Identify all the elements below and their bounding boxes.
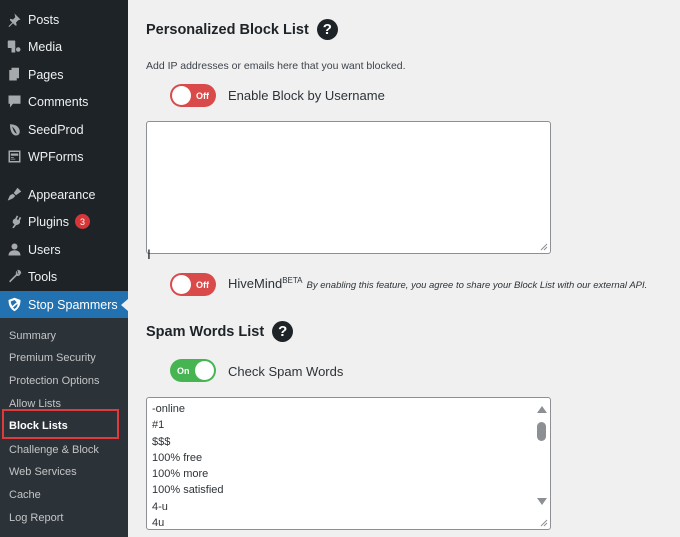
brush-icon xyxy=(6,187,22,203)
spam-words-textarea[interactable]: -online #1 $$$ 100% free 100% more 100% … xyxy=(146,397,551,530)
submenu-item-summary[interactable]: Summary xyxy=(9,330,56,342)
submenu-item-web-services[interactable]: Web Services xyxy=(9,466,77,478)
toggle-knob xyxy=(195,361,214,380)
sidebar-item-appearance[interactable]: Appearance xyxy=(0,181,128,208)
sidebar-item-label: Comments xyxy=(28,94,89,109)
scrollbar-thumb[interactable] xyxy=(537,422,546,441)
submenu-item-cache[interactable]: Cache xyxy=(9,489,41,501)
sidebar-item-label: Plugins xyxy=(28,214,69,229)
sidebar-item-comments[interactable]: Comments xyxy=(0,88,128,115)
sidebar-item-media[interactable]: Media xyxy=(0,33,128,60)
plug-icon xyxy=(6,214,22,230)
sidebar-item-tools[interactable]: Tools xyxy=(0,263,128,290)
sidebar-item-users[interactable]: Users xyxy=(0,236,128,263)
user-icon xyxy=(6,242,22,258)
block-list-description: Add IP addresses or emails here that you… xyxy=(146,60,406,72)
submenu-item-log-report[interactable]: Log Report xyxy=(9,512,63,524)
sidebar-item-label: Stop Spammers xyxy=(28,297,118,312)
update-count-badge: 3 xyxy=(75,214,90,229)
scroll-down-arrow-icon[interactable] xyxy=(537,498,547,505)
admin-sidebar: Posts Media Pages Comments SeedProd WPFo… xyxy=(0,0,128,537)
hivemind-label: HiveMind xyxy=(228,276,283,291)
spam-word: #1 xyxy=(152,419,165,432)
toggle-state: Off xyxy=(196,90,209,101)
scroll-up-arrow-icon[interactable] xyxy=(537,406,547,413)
block-list-textarea[interactable] xyxy=(146,121,551,254)
pages-icon xyxy=(6,67,22,83)
form-icon xyxy=(6,149,22,165)
submenu-item-challenge-block[interactable]: Challenge & Block xyxy=(9,444,99,456)
submenu-item-premium-security[interactable]: Premium Security xyxy=(9,352,96,364)
sidebar-item-label: SeedProd xyxy=(28,122,84,137)
sidebar-item-plugins[interactable]: Plugins 3 xyxy=(0,208,128,235)
toggle-state: Off xyxy=(196,279,209,290)
sidebar-item-label: Users xyxy=(28,242,61,257)
sidebar-item-stop-spammers[interactable]: Stop Spammers xyxy=(0,291,128,318)
sidebar-item-label: Media xyxy=(28,39,63,54)
wrench-icon xyxy=(6,269,22,285)
leaf-icon xyxy=(6,122,22,138)
sidebar-item-label: Tools xyxy=(28,269,58,284)
spam-word: 100% more xyxy=(152,468,209,481)
pin-icon xyxy=(6,12,22,28)
sidebar-item-pages[interactable]: Pages xyxy=(0,61,128,88)
check-spam-words-label: Check Spam Words xyxy=(228,364,344,379)
media-icon xyxy=(6,39,22,55)
toggle-knob xyxy=(172,275,191,294)
text-cursor-icon: I xyxy=(147,246,151,262)
sidebar-item-wpforms[interactable]: WPForms xyxy=(0,143,128,170)
help-icon[interactable]: ? xyxy=(272,321,294,342)
vertical-scrollbar[interactable] xyxy=(533,398,550,517)
hivemind-label-row: HiveMind BETA By enabling this feature, … xyxy=(228,276,647,291)
spam-word: $$$ xyxy=(152,435,171,448)
comment-icon xyxy=(6,94,22,110)
enable-block-username-label: Enable Block by Username xyxy=(228,88,385,103)
toggle-state: On xyxy=(177,365,190,376)
spam-word: 100% free xyxy=(152,451,203,464)
resize-grip-icon[interactable] xyxy=(540,243,548,251)
check-spam-words-toggle[interactable]: On xyxy=(170,359,216,382)
current-menu-arrow xyxy=(121,299,128,311)
spam-word: 100% satisfied xyxy=(152,484,224,497)
spam-words-list: -online #1 $$$ 100% free 100% more 100% … xyxy=(152,401,224,530)
submenu-item-protection-options[interactable]: Protection Options xyxy=(9,375,100,387)
sidebar-item-label: WPForms xyxy=(28,149,84,164)
hivemind-toggle[interactable]: Off xyxy=(170,273,216,296)
shield-icon xyxy=(6,297,22,313)
highlight-annotation xyxy=(2,409,119,439)
block-list-heading: Personalized Block List ? xyxy=(146,19,338,40)
resize-grip-icon[interactable] xyxy=(540,519,548,527)
help-icon[interactable]: ? xyxy=(316,19,338,40)
toggle-knob xyxy=(172,86,191,105)
beta-tag: BETA xyxy=(282,276,303,285)
sidebar-item-label: Posts xyxy=(28,12,60,27)
sidebar-item-label: Appearance xyxy=(28,187,96,202)
sidebar-item-posts[interactable]: Posts xyxy=(0,6,128,33)
enable-block-username-toggle[interactable]: Off xyxy=(170,84,216,107)
section-title: Spam Words List xyxy=(146,323,265,340)
spam-word: -online xyxy=(152,403,186,415)
sidebar-item-label: Pages xyxy=(28,67,64,82)
section-title: Personalized Block List xyxy=(146,21,309,38)
spam-words-heading: Spam Words List ? xyxy=(146,321,294,342)
spam-word: 4u xyxy=(152,517,165,530)
sidebar-item-seedprod[interactable]: SeedProd xyxy=(0,116,128,143)
main-content: Personalized Block List ? Add IP address… xyxy=(128,0,680,537)
spam-word: 4-u xyxy=(152,500,168,513)
hivemind-note: By enabling this feature, you agree to s… xyxy=(306,280,648,291)
